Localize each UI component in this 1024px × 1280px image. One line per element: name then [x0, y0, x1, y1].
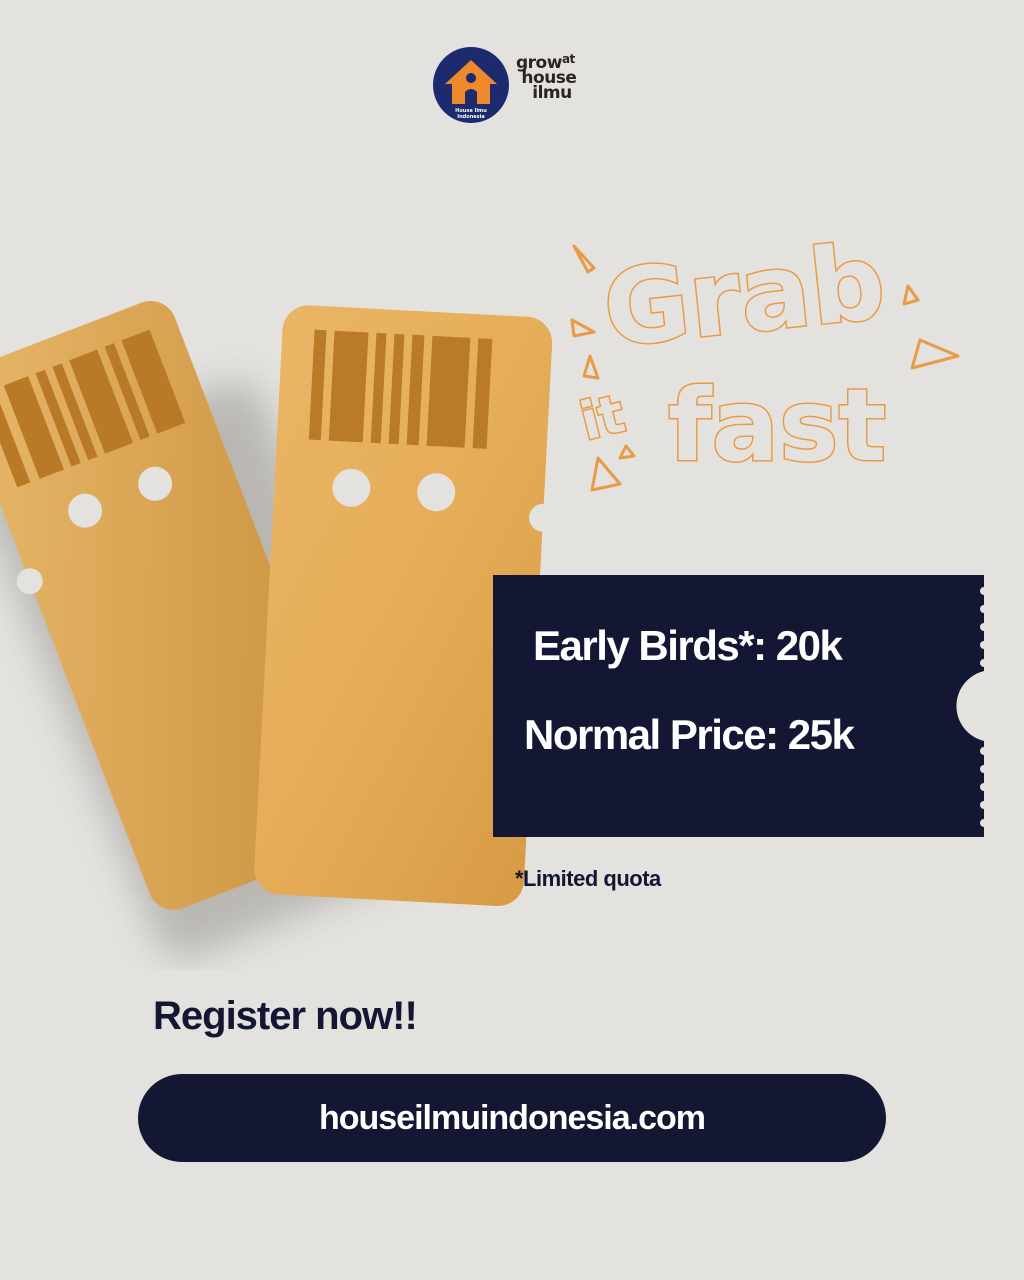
register-heading: Register now!! [153, 994, 418, 1038]
logo-wordmark: growat house ilmu [516, 52, 626, 103]
normal-price: Normal Price: 25k [524, 711, 855, 758]
wordmark-ilmu: ilmu [532, 83, 572, 103]
early-bird-price: Early Birds*: 20k [533, 622, 843, 669]
register-url-button[interactable]: houseilmuindonesia.com [138, 1074, 886, 1162]
limited-quota-note: *Limited quota [515, 866, 661, 891]
register-url-text: houseilmuindonesia.com [318, 1098, 706, 1137]
wordmark-at: at [561, 52, 575, 66]
headline-grab: Grab [598, 228, 890, 371]
price-ticket-panel [493, 575, 984, 837]
headline-fast: fast [668, 367, 886, 484]
grab-it-fast-headline: Grab it fast [570, 228, 960, 492]
logo-badge-line2: Indonesia [457, 114, 484, 120]
headline-it: it [575, 384, 631, 453]
gold-tickets-illustration [0, 300, 558, 959]
house-ilmu-logo-icon: House Ilmu Indonesia [433, 47, 509, 123]
